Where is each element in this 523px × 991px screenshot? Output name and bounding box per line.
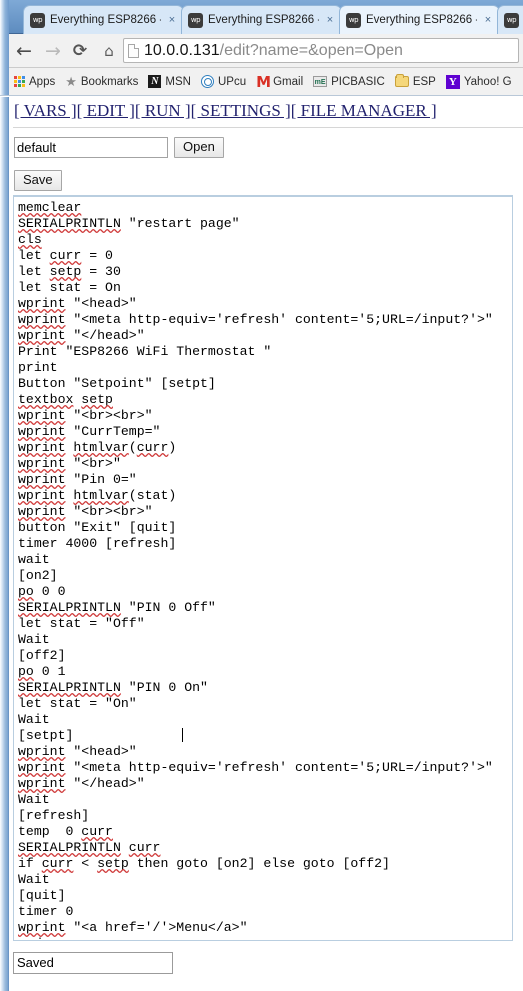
nav-link-edit[interactable]: [ EDIT ] [77, 101, 135, 120]
filename-input[interactable] [14, 137, 168, 158]
bookmark-gmail[interactable]: M Gmail [251, 72, 308, 92]
nav-link-settings[interactable]: [ SETTINGS ] [191, 101, 291, 120]
window-edge-decoration [0, 97, 9, 991]
bookmark-apps[interactable]: Apps [9, 72, 60, 92]
bookmark-picbasic[interactable]: mE PICBASIC [308, 72, 390, 92]
code-editor-textarea[interactable] [14, 197, 512, 939]
folder-icon [394, 74, 409, 87]
bookmark-yahoo[interactable]: Y Yahoo! G [441, 72, 517, 92]
star-icon: ★ [65, 74, 77, 89]
tab-title: Everything ESP8266 - [366, 14, 477, 26]
bookmarks-bar: Apps ★ Bookmarks N MSN UPcu M Gmail mE P… [0, 68, 523, 96]
bookmark-label: Gmail [273, 75, 304, 88]
picbasic-icon: mE [313, 76, 328, 87]
url-path-text: /edit?name=&open=Open [219, 41, 403, 59]
window-edge-decoration [0, 0, 9, 34]
window-edge-decoration [0, 68, 9, 95]
address-bar[interactable]: 10.0.0.131 /edit?name=&open=Open [123, 38, 519, 63]
wp-favicon-icon: wp [30, 12, 45, 28]
open-button[interactable]: Open [174, 137, 224, 158]
bookmark-esp[interactable]: ESP [390, 72, 441, 92]
browser-window: wp Everything ESP8266 - × wp Everything … [0, 0, 523, 991]
bookmark-bookmarks[interactable]: ★ Bookmarks [60, 72, 143, 92]
url-host-text: 10.0.0.131 [144, 41, 220, 59]
bookmark-label: UPcu [217, 75, 247, 88]
tab-strip: wp Everything ESP8266 - × wp Everything … [0, 0, 523, 34]
text-cursor [182, 728, 183, 742]
status-field: Saved [13, 952, 173, 974]
browser-tab-2[interactable]: wp Everything ESP8266 - × [181, 5, 342, 34]
bookmark-label: MSN [165, 75, 191, 88]
bookmark-label: Yahoo! G [463, 75, 512, 88]
close-icon[interactable]: × [165, 13, 179, 27]
tab-title: Everything ESP8266 - [208, 14, 319, 26]
browser-toolbar: ← → ⟳ ⌂ 10.0.0.131 /edit?name=&open=Open [0, 34, 523, 68]
apps-grid-icon [14, 76, 25, 87]
close-icon[interactable]: × [323, 13, 337, 27]
bookmark-label: ESP [412, 75, 436, 88]
window-edge-decoration [0, 34, 9, 68]
wp-favicon-icon: wp [346, 12, 361, 28]
page-nav-links: [ VARS ][ EDIT ][ RUN ][ SETTINGS ][ FIL… [14, 101, 437, 121]
upcu-icon [200, 75, 214, 88]
file-open-row: Open [14, 137, 224, 158]
browser-tab-3-active[interactable]: wp Everything ESP8266 - × [339, 5, 500, 34]
back-arrow-icon[interactable]: ← [11, 38, 37, 64]
close-icon[interactable]: × [481, 13, 495, 27]
gmail-m-icon: M [256, 72, 272, 91]
browser-tab-4-clipped[interactable]: wp [497, 5, 523, 34]
code-editor-container: memclear SERIALPRINTLN "restart page" cl… [13, 195, 513, 941]
bookmark-upcu[interactable]: UPcu [196, 72, 251, 92]
nav-link-file-manager[interactable]: [ FILE MANAGER ] [291, 101, 437, 120]
browser-tab-1[interactable]: wp Everything ESP8266 - × [23, 5, 184, 34]
horizontal-divider [13, 127, 523, 128]
reload-icon[interactable]: ⟳ [67, 38, 93, 64]
page-document-icon [128, 43, 139, 58]
wp-favicon-icon: wp [504, 12, 519, 28]
bookmark-msn[interactable]: N MSN [143, 72, 196, 92]
esp8266-editor-page: [ VARS ][ EDIT ][ RUN ][ SETTINGS ][ FIL… [9, 97, 523, 991]
msn-icon: N [148, 75, 162, 88]
nav-link-run[interactable]: [ RUN ] [135, 101, 191, 120]
forward-arrow-icon[interactable]: → [40, 38, 66, 64]
yahoo-y-icon: Y [445, 74, 460, 89]
page-viewport: [ VARS ][ EDIT ][ RUN ][ SETTINGS ][ FIL… [0, 97, 523, 991]
wp-favicon-icon: wp [188, 12, 203, 28]
bookmark-label: Bookmarks [80, 75, 139, 88]
save-button[interactable]: Save [14, 170, 62, 191]
tab-title: Everything ESP8266 - [50, 14, 161, 26]
bookmark-label: PICBASIC [331, 75, 385, 88]
nav-link-vars[interactable]: [ VARS ] [14, 101, 77, 120]
bookmark-label: Apps [29, 75, 56, 88]
home-icon[interactable]: ⌂ [96, 38, 122, 64]
